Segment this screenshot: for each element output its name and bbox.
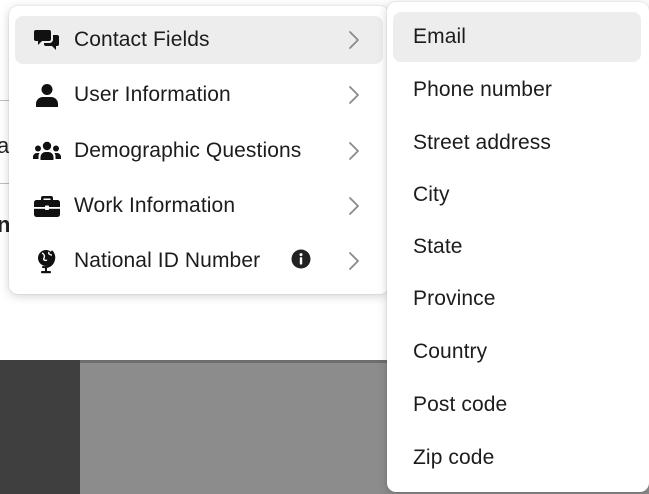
submenu-item-label: Country bbox=[413, 340, 488, 363]
submenu-item-street-address[interactable]: Street address bbox=[393, 118, 641, 168]
submenu-item-zip-code[interactable]: Zip code bbox=[393, 433, 641, 483]
submenu-item-post-code[interactable]: Post code bbox=[393, 380, 641, 430]
menu-item-national-id-number[interactable]: National ID Number bbox=[15, 237, 383, 285]
submenu-item-country[interactable]: Country bbox=[393, 327, 641, 377]
info-icon[interactable] bbox=[291, 249, 311, 269]
menu-item-label: User Information bbox=[74, 83, 231, 106]
submenu-item-label: City bbox=[413, 183, 450, 206]
submenu-item-state[interactable]: State bbox=[393, 222, 641, 272]
menu-item-user-information[interactable]: User Information bbox=[15, 71, 383, 119]
submenu-item-phone-number[interactable]: Phone number bbox=[393, 65, 641, 115]
submenu-item-label: Zip code bbox=[413, 446, 495, 469]
menu-item-contact-fields[interactable]: Contact Fields bbox=[15, 16, 383, 64]
menu-item-label: Contact Fields bbox=[74, 28, 210, 51]
briefcase-icon bbox=[33, 192, 61, 220]
chevron-right-icon bbox=[349, 86, 359, 104]
submenu-item-label: Email bbox=[413, 25, 467, 48]
submenu-item-province[interactable]: Province bbox=[393, 274, 641, 324]
users-group-icon bbox=[33, 137, 61, 165]
chat-bubbles-icon bbox=[33, 26, 61, 54]
menu-item-label: Work Information bbox=[74, 194, 236, 217]
submenu-item-label: Post code bbox=[413, 393, 508, 416]
submenu-item-email[interactable]: Email bbox=[393, 12, 641, 62]
chevron-right-icon bbox=[349, 197, 359, 215]
chevron-right-icon bbox=[349, 31, 359, 49]
contact-fields-submenu: Email Phone number Street address City S… bbox=[387, 2, 649, 492]
background-text-fragment: a bbox=[0, 133, 10, 158]
user-icon bbox=[33, 81, 61, 109]
menu-item-label: Demographic Questions bbox=[74, 139, 302, 162]
menu-item-demographic-questions[interactable]: Demographic Questions bbox=[15, 127, 383, 175]
menu-item-label: National ID Number bbox=[74, 249, 261, 272]
menu-item-work-information[interactable]: Work Information bbox=[15, 182, 383, 230]
field-category-menu: Contact Fields User Information Demograp… bbox=[9, 6, 389, 294]
submenu-item-label: Province bbox=[413, 287, 496, 310]
chevron-right-icon bbox=[349, 252, 359, 270]
submenu-item-label: Phone number bbox=[413, 78, 552, 101]
backdrop-dark-panel bbox=[0, 360, 80, 494]
submenu-item-city[interactable]: City bbox=[393, 170, 641, 220]
submenu-item-label: State bbox=[413, 235, 463, 258]
globe-icon bbox=[33, 247, 61, 275]
chevron-right-icon bbox=[349, 142, 359, 160]
submenu-item-label: Street address bbox=[413, 131, 551, 154]
